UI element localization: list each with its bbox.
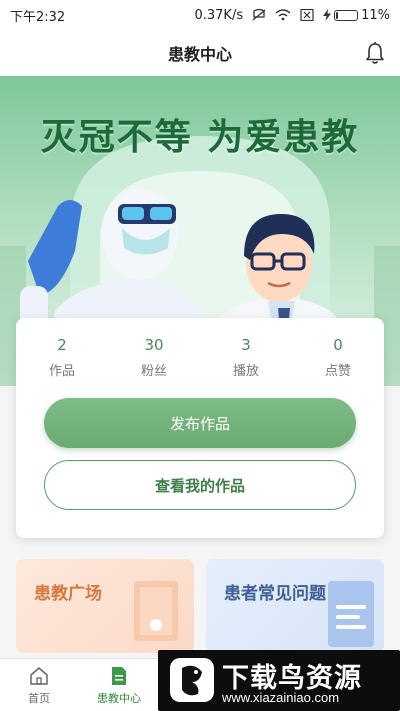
stat-value: 3	[241, 336, 251, 354]
sim-icon	[300, 9, 314, 21]
watermark-url: www.xiazainiao.com	[222, 690, 340, 705]
stat-label: 点赞	[324, 364, 351, 379]
stat-label: 作品	[48, 364, 75, 379]
status-time: 下午2:32	[10, 9, 66, 25]
watermark-overlay: 下载鸟资源 www.xiazainiao.com	[158, 650, 400, 711]
stats-card: 2 作品 30 粉丝 3 播放 0 点赞 发布作品 查看我的作品	[16, 318, 384, 538]
status-bar: 下午2:32 0.37K/s 11%	[0, 0, 400, 30]
bird-logo-icon	[182, 665, 202, 696]
stat-label: 播放	[232, 364, 259, 379]
tile-education-square[interactable]: 患教广场	[16, 559, 194, 653]
stat-likes[interactable]: 0 点赞	[292, 336, 384, 379]
stat-value: 0	[333, 336, 343, 354]
publish-button[interactable]: 发布作品	[44, 398, 356, 448]
faq-document-icon	[328, 581, 374, 647]
watermark-logo	[170, 658, 214, 702]
mute-icon	[252, 9, 266, 21]
bell-icon[interactable]	[364, 41, 386, 65]
tile-patient-faq[interactable]: 患者常见问题	[206, 559, 384, 653]
banner-slogan: 灭冠不等 为爱患教	[40, 117, 360, 158]
page-title: 患教中心	[167, 45, 232, 64]
tab-label: 患教中心	[97, 692, 141, 705]
stat-plays[interactable]: 3 播放	[200, 336, 292, 379]
battery-icon	[334, 9, 359, 21]
battery-indicator: 11%	[323, 8, 390, 23]
view-my-works-button[interactable]: 查看我的作品	[44, 460, 356, 510]
document-icon	[112, 667, 126, 685]
tab-label: 首页	[28, 692, 50, 705]
battery-fill	[336, 11, 339, 19]
charging-icon	[323, 9, 332, 21]
battery-percent: 11%	[361, 7, 390, 23]
tab-home[interactable]: 首页	[4, 665, 74, 706]
tile-title: 患者常见问题	[224, 584, 326, 604]
stat-value: 30	[144, 336, 164, 354]
stat-label: 粉丝	[140, 364, 167, 379]
stats-row: 2 作品 30 粉丝 3 播放 0 点赞	[16, 318, 384, 379]
wifi-icon	[275, 9, 291, 21]
stat-value: 2	[57, 336, 67, 354]
stat-fans[interactable]: 30 粉丝	[108, 336, 200, 379]
home-icon	[30, 667, 48, 685]
tile-title: 患教广场	[34, 584, 102, 604]
tab-education-center[interactable]: 患教中心	[84, 665, 154, 706]
nav-bar: 患教中心	[0, 30, 400, 76]
stat-works[interactable]: 2 作品	[16, 336, 108, 379]
network-speed: 0.37K/s	[194, 7, 244, 23]
plaza-icon	[134, 581, 178, 641]
